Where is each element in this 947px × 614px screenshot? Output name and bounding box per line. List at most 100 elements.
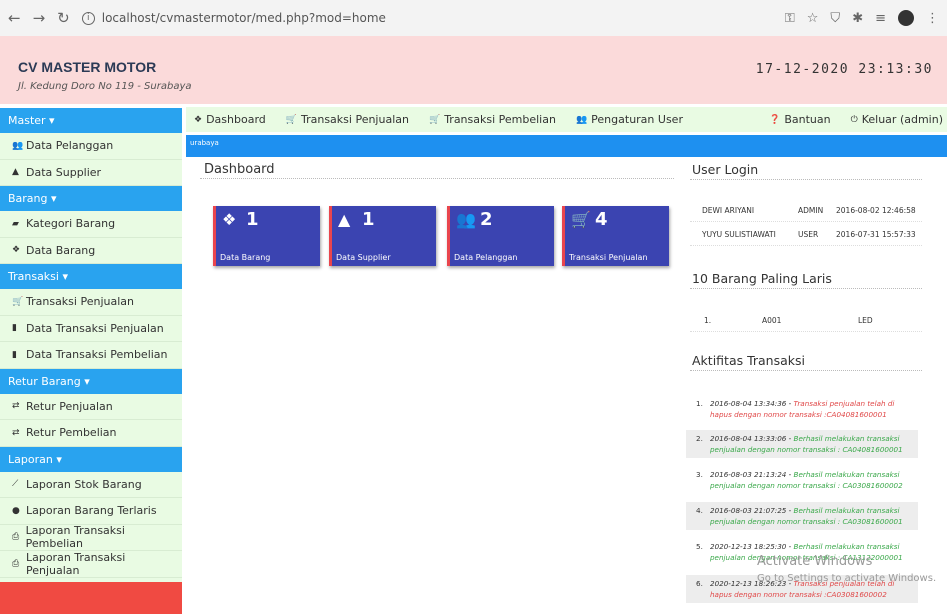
- cart-icon: 🛒: [285, 114, 297, 125]
- stat-box-data-supplier[interactable]: ▲ 1 Data Supplier: [329, 206, 436, 266]
- sidebar-item-laporan-barang-terlaris[interactable]: ● Laporan Barang Terlaris: [0, 498, 182, 525]
- sidebar-item-data-transaksi-pembelian[interactable]: ▮ Data Transaksi Pembelian: [0, 342, 182, 369]
- user-icon: ▲: [12, 167, 19, 178]
- brand-name: CV MASTER MOTOR: [18, 59, 157, 75]
- cubes-icon: ❖: [12, 245, 21, 256]
- divider: [690, 288, 922, 289]
- sidebar-item-laporan-stok-barang[interactable]: ⟋ Laporan Stok Barang: [0, 472, 182, 498]
- table-row: YUYU SULISTIAWATI USER 2016-07-31 15:57:…: [702, 229, 916, 239]
- sidebar-item-data-barang[interactable]: ❖ Data Barang: [0, 238, 182, 264]
- menu-transaksi-penjualan[interactable]: 🛒 Transaksi Penjualan: [286, 113, 409, 126]
- address-bar[interactable]: i localhost/cvmastermotor/med.php?mod=ho…: [81, 11, 785, 25]
- playlist-icon[interactable]: ≡: [875, 11, 886, 26]
- divider: [200, 178, 674, 179]
- stat-box-data-barang[interactable]: ❖ 1 Data Barang: [213, 206, 320, 266]
- sidebar-section-barang[interactable]: Barang ▾: [0, 186, 182, 211]
- activity-row: 4. 2016-08-03 21:07:25 - Berhasil melaku…: [686, 502, 918, 530]
- stat-label: Data Supplier: [336, 253, 391, 262]
- sidebar-section-retur-barang[interactable]: Retur Barang ▾: [0, 368, 182, 394]
- divider: [690, 370, 922, 371]
- shield-icon[interactable]: ⛉: [830, 11, 840, 26]
- divider: [690, 331, 922, 332]
- menu-dashboard[interactable]: ❖ Dashboard: [194, 113, 266, 126]
- cart-icon: 🛒: [428, 114, 441, 125]
- sidebar-item-retur-penjualan[interactable]: ⇄ Retur Penjualan: [0, 394, 182, 420]
- info-icon[interactable]: i: [81, 11, 95, 25]
- stat-label: Data Barang: [220, 253, 271, 262]
- cart-icon: 🛒: [571, 210, 591, 229]
- divider: [690, 179, 922, 180]
- cubes-icon: ❖: [222, 210, 237, 229]
- sidebar-section-laporan[interactable]: Laporan ▾: [0, 446, 182, 472]
- puzzle-icon[interactable]: ✱: [852, 11, 863, 26]
- stat-label: Transaksi Penjualan: [569, 253, 648, 262]
- address-text[interactable]: localhost/cvmastermotor/med.php?mod=home: [102, 11, 386, 25]
- book-icon: ▮: [12, 349, 17, 360]
- menu-bantuan[interactable]: ❓ Bantuan: [769, 113, 830, 126]
- sidebar-section-master[interactable]: Master ▾: [0, 108, 182, 133]
- divider: [690, 221, 922, 222]
- forward-icon[interactable]: →: [33, 9, 46, 27]
- print-icon: ⎙: [12, 558, 20, 569]
- page-title: Dashboard: [204, 162, 275, 177]
- brand-address: Jl. Kedung Doro No 119 - Surabaya: [18, 81, 192, 92]
- sidebar-item-transaksi-penjualan[interactable]: 🛒 Transaksi Penjualan: [0, 289, 182, 316]
- stat-count: 1: [246, 209, 259, 230]
- menu-keluar[interactable]: ⏻ Keluar (admin): [851, 113, 943, 126]
- key-icon[interactable]: ⚿: [785, 11, 795, 26]
- menu-icon[interactable]: ⋮: [926, 11, 939, 26]
- sidebar-item-data-pelanggan[interactable]: 👥 Data Pelanggan: [0, 133, 182, 160]
- activity-row: 1. 2016-08-04 13:34:36 - Transaksi penju…: [696, 399, 895, 419]
- stat-count: 1: [362, 209, 375, 230]
- activity-row: 3. 2016-08-03 21:13:24 - Berhasil melaku…: [696, 470, 903, 490]
- top-items-title: 10 Barang Paling Laris: [692, 271, 832, 286]
- folder-icon: ▰: [12, 218, 19, 229]
- table-row: 1. A001 LED: [704, 315, 873, 325]
- cart-icon: 🛒: [12, 296, 24, 307]
- breadcrumb: urabaya: [186, 135, 947, 157]
- help-icon: ❓: [769, 114, 781, 125]
- top-menu: ❖ Dashboard 🛒 Transaksi Penjualan 🛒 Transak…: [186, 107, 947, 132]
- return-cart-icon: ⇄: [12, 401, 20, 412]
- user-icon: ▲: [338, 210, 351, 229]
- stat-count: 2: [480, 209, 493, 230]
- stat-box-transaksi-penjualan[interactable]: 🛒 4 Transaksi Penjualan: [562, 206, 669, 266]
- sidebar-section-transaksi[interactable]: Transaksi ▾: [0, 264, 182, 289]
- stat-count: 4: [595, 209, 608, 230]
- profile-avatar[interactable]: [898, 10, 914, 26]
- browser-toolbar: ← → ↻ i localhost/cvmastermotor/med.php?…: [0, 0, 947, 36]
- book-icon: ▮: [12, 323, 17, 334]
- activate-windows-subtitle: Go to Settings to activate Windows.: [757, 573, 937, 584]
- return-cart-icon: ⇄: [12, 427, 20, 438]
- users-icon: 👥: [12, 140, 24, 151]
- stat-label: Data Pelanggan: [454, 253, 518, 262]
- sidebar-item-data-transaksi-penjualan[interactable]: ▮ Data Transaksi Penjualan: [0, 316, 182, 342]
- activate-windows-title: Activate Windows: [757, 554, 873, 569]
- sidebar-item-laporan-transaksi-pembelian[interactable]: ⎙ Laporan Transaksi Pembelian: [0, 524, 182, 551]
- activity-row: 2. 2016-08-04 13:33:06 - Berhasil melaku…: [686, 430, 918, 458]
- power-icon: ⏻: [850, 114, 858, 125]
- sidebar-item-laporan-transaksi-penjualan[interactable]: ⎙ Laporan Transaksi Penjualan: [0, 551, 182, 578]
- star-icon: ●: [12, 505, 20, 516]
- sidebar-footer-bar: [0, 582, 182, 614]
- menu-pengaturan-user[interactable]: 👥 Pengaturan User: [576, 113, 683, 126]
- sidebar-item-kategori-barang[interactable]: ▰ Kategori Barang: [0, 211, 182, 238]
- sidebar: Master ▾ 👥 Data Pelanggan ▲ Data Supplier …: [0, 108, 182, 614]
- app-header: CV MASTER MOTOR Jl. Kedung Doro No 119 -…: [0, 36, 947, 104]
- users-icon: 👥: [456, 210, 476, 229]
- dashboard-icon: ❖: [194, 114, 203, 125]
- divider: [690, 245, 922, 246]
- sidebar-item-data-supplier[interactable]: ▲ Data Supplier: [0, 160, 182, 186]
- reload-icon[interactable]: ↻: [57, 9, 70, 27]
- users-icon: 👥: [575, 114, 588, 125]
- table-row: DEWI ARIYANI ADMIN 2016-08-02 12:46:58: [702, 205, 916, 215]
- stat-box-data-pelanggan[interactable]: 👥 2 Data Pelanggan: [447, 206, 554, 266]
- sidebar-item-retur-pembelian[interactable]: ⇄ Retur Pembelian: [0, 420, 182, 447]
- print-icon: ⎙: [12, 532, 20, 543]
- user-login-title: User Login: [692, 162, 759, 177]
- chart-icon: ⟋: [12, 479, 19, 490]
- back-icon[interactable]: ←: [8, 9, 21, 27]
- activity-title: Aktifitas Transaksi: [692, 353, 806, 368]
- menu-transaksi-pembelian[interactable]: 🛒 Transaksi Pembelian: [429, 113, 556, 126]
- star-icon[interactable]: ☆: [807, 11, 819, 26]
